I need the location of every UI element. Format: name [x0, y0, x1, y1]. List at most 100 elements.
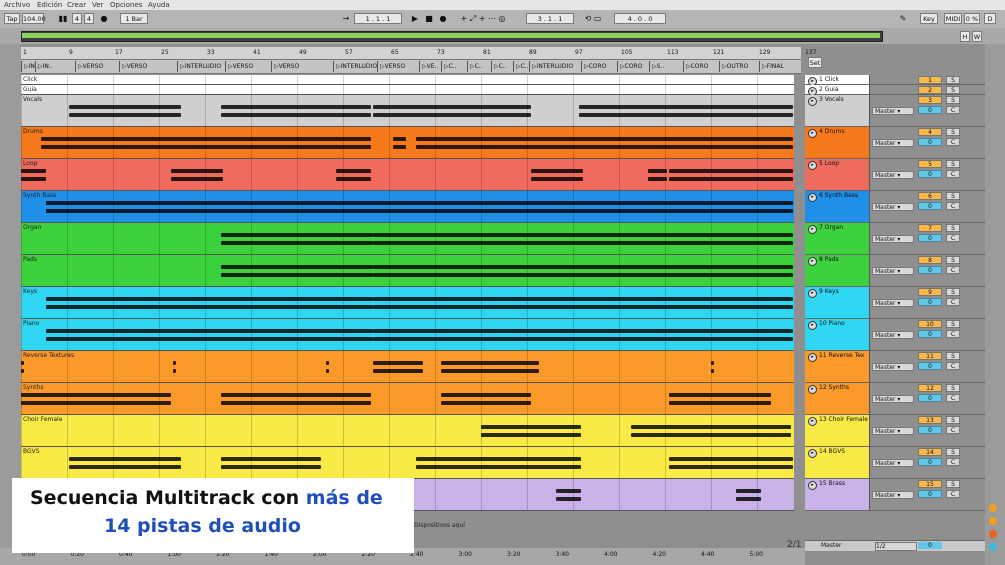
locator-marker[interactable]: ▷FINAL — [759, 61, 784, 72]
locator-marker[interactable]: ▷VERSO — [119, 61, 147, 72]
locator-marker[interactable]: ▷INTERLUDIO — [177, 61, 221, 72]
output-routing-select[interactable]: Master ▾ — [872, 203, 914, 211]
track-activator[interactable]: 2 — [918, 86, 942, 94]
audio-waveform[interactable] — [336, 177, 371, 181]
track-header[interactable]: ▸ 12 Synths — [805, 383, 870, 414]
solo-button[interactable]: S — [946, 416, 960, 424]
w-button[interactable]: W — [972, 31, 982, 42]
audio-waveform[interactable] — [579, 105, 793, 109]
pan-button[interactable]: C — [946, 490, 960, 498]
audio-waveform[interactable] — [221, 113, 371, 117]
pan-button[interactable]: C — [946, 298, 960, 306]
track-header[interactable]: ▸ 11 Reverse Tex — [805, 351, 870, 382]
volume-field[interactable]: 0 — [918, 266, 942, 274]
audio-waveform[interactable] — [21, 369, 24, 373]
arrangement-view[interactable]: Click Guia Vocals Drums Loop Synth Bass Organ P… — [21, 75, 794, 540]
audio-waveform[interactable] — [221, 465, 321, 469]
audio-waveform[interactable] — [46, 337, 373, 341]
audio-waveform[interactable] — [416, 137, 793, 141]
menu-opciones[interactable]: Opciones — [110, 0, 142, 10]
audio-waveform[interactable] — [41, 137, 371, 141]
volume-field[interactable]: 0 — [918, 106, 942, 114]
track-header[interactable]: ▸ 4 Drums — [805, 127, 870, 158]
audio-waveform[interactable] — [393, 145, 406, 149]
track-fold-icon[interactable]: ▸ — [808, 289, 817, 298]
pan-button[interactable]: C — [946, 266, 960, 274]
pan-button[interactable]: C — [946, 202, 960, 210]
audio-waveform[interactable] — [221, 105, 371, 109]
track-activator[interactable]: 6 — [918, 192, 942, 200]
audio-waveform[interactable] — [41, 145, 371, 149]
audio-waveform[interactable] — [21, 401, 171, 405]
set-button[interactable]: Set — [808, 57, 822, 68]
time-signature-denominator[interactable]: 4 — [84, 13, 94, 24]
track-fold-icon[interactable]: ▸ — [808, 257, 817, 266]
overview-loop-region[interactable] — [22, 33, 880, 38]
audio-waveform[interactable] — [221, 265, 373, 269]
locator-marker[interactable]: ▷C.. — [491, 61, 507, 72]
track-header[interactable]: ▸ 9 Keys — [805, 287, 870, 318]
audio-waveform[interactable] — [631, 433, 791, 437]
track-header[interactable]: ▸ 7 Organ — [805, 223, 870, 254]
volume-field[interactable]: 0 — [918, 490, 942, 498]
loop-length-field[interactable]: 4 . 0 . 0 — [614, 13, 666, 24]
track-lane[interactable]: Synth Bass — [21, 191, 794, 223]
track-lane[interactable]: Synths — [21, 383, 794, 415]
audio-waveform[interactable] — [736, 489, 761, 493]
track-activator[interactable]: 1 — [918, 76, 942, 84]
volume-field[interactable]: 0 — [918, 170, 942, 178]
audio-waveform[interactable] — [669, 177, 793, 181]
pan-button[interactable]: C — [946, 426, 960, 434]
d-button[interactable]: D — [984, 13, 996, 24]
audio-waveform[interactable] — [669, 169, 793, 173]
solo-button[interactable]: S — [946, 288, 960, 296]
status-dot-icon[interactable] — [989, 530, 997, 538]
audio-waveform[interactable] — [441, 401, 531, 405]
audio-waveform[interactable] — [221, 273, 373, 277]
track-fold-icon[interactable]: ▸ — [808, 97, 817, 106]
audio-waveform[interactable] — [46, 305, 373, 309]
pan-button[interactable]: C — [946, 138, 960, 146]
locator-marker[interactable]: ▷IN.. — [35, 61, 53, 72]
track-fold-icon[interactable]: ▸ — [808, 161, 817, 170]
metronome-toggle-icon[interactable]: ● — [97, 13, 111, 24]
pan-button[interactable]: C — [946, 170, 960, 178]
track-header[interactable]: ▸ 2 Guia — [805, 85, 870, 96]
volume-field[interactable]: 0 — [918, 458, 942, 466]
audio-waveform[interactable] — [631, 425, 791, 429]
solo-button[interactable]: S — [946, 86, 960, 94]
track-activator[interactable]: 7 — [918, 224, 942, 232]
track-lane[interactable]: Piano — [21, 319, 794, 351]
mixer-row[interactable]: ▸ 9 Keys 9 S Master ▾ 0 C — [805, 287, 985, 319]
h-button[interactable]: H — [960, 31, 970, 42]
audio-waveform[interactable] — [393, 137, 406, 141]
track-lane[interactable]: Click — [21, 75, 794, 85]
master-volume[interactable]: 0 — [918, 542, 942, 549]
audio-waveform[interactable] — [441, 369, 539, 373]
audio-waveform[interactable] — [326, 361, 329, 365]
mixer-row[interactable]: ▸ 4 Drums 4 S Master ▾ 0 C — [805, 127, 985, 159]
audio-waveform[interactable] — [171, 177, 223, 181]
solo-button[interactable]: S — [946, 76, 960, 84]
locator-marker[interactable]: ▷CORO — [617, 61, 642, 72]
draw-mode-icon[interactable]: ✎ — [898, 13, 908, 24]
menu-ayuda[interactable]: Ayuda — [148, 0, 170, 10]
output-routing-select[interactable]: Master ▾ — [872, 395, 914, 403]
locator-marker[interactable]: ▷VERSO — [75, 61, 103, 72]
track-lane[interactable]: Organ — [21, 223, 794, 255]
track-lane[interactable]: Drums — [21, 127, 794, 159]
track-activator[interactable]: 12 — [918, 384, 942, 392]
audio-waveform[interactable] — [173, 361, 176, 365]
audio-waveform[interactable] — [326, 369, 329, 373]
track-lane[interactable]: Loop — [21, 159, 794, 191]
mixer-row[interactable]: ▸ 14 BGVS 14 S Master ▾ 0 C — [805, 447, 985, 479]
midi-map-button[interactable]: MIDI — [944, 13, 962, 24]
mixer-row[interactable]: ▸ 1 Click 1 S — [805, 75, 985, 86]
pan-button[interactable]: C — [946, 234, 960, 242]
track-lane[interactable]: Reverse Textures — [21, 351, 794, 383]
track-lane[interactable]: Keys — [21, 287, 794, 319]
locator-marker[interactable]: ▷VERSO — [377, 61, 405, 72]
status-dot-icon[interactable] — [989, 504, 997, 512]
output-routing-select[interactable]: Master ▾ — [872, 363, 914, 371]
track-fold-icon[interactable]: ▸ — [808, 417, 817, 426]
